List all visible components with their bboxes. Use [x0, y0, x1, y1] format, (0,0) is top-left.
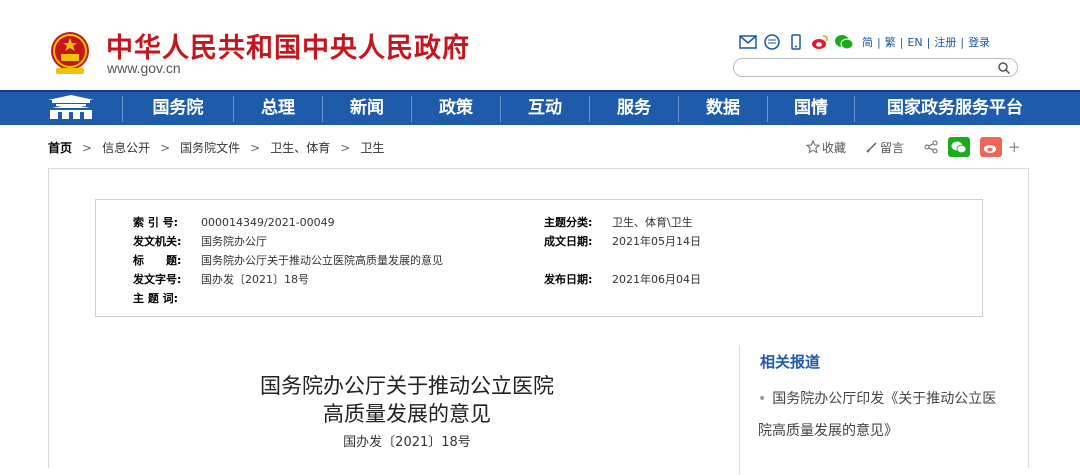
breadcrumb-separator: > — [340, 140, 351, 155]
document-title-line: 国务院办公厅关于推动公立医院 — [260, 374, 554, 398]
message-icon[interactable] — [762, 32, 782, 52]
meta-value: 国务院办公厅 — [201, 235, 267, 248]
nav-item-national-info[interactable]: 国情 — [768, 92, 854, 125]
related-reports: 相关报道 • 国务院办公厅印发《关于推动公立医院高质量发展的意见》 — [739, 345, 1019, 475]
nav-item-policy[interactable]: 政策 — [412, 92, 500, 125]
related-item[interactable]: • 国务院办公厅印发《关于推动公立医院高质量发展的意见》 — [758, 383, 998, 447]
meta-label: 主 题 词: — [133, 292, 179, 305]
comment-link[interactable]: 留言 — [880, 139, 904, 156]
nav-item-premier[interactable]: 总理 — [234, 92, 322, 125]
link-simplified[interactable]: 简 — [862, 34, 873, 50]
content-panel: 索 引 号: 000014349/2021-00049 主题分类: 卫生、体育\卫生… — [48, 168, 1029, 475]
star-icon[interactable] — [806, 140, 820, 154]
meta-label: 主题分类: — [544, 216, 593, 229]
breadcrumb-home[interactable]: 首页 — [48, 139, 72, 156]
meta-label: 发文字号: — [133, 273, 182, 286]
meta-date-made: 成文日期: 2021年05月14日 — [544, 233, 701, 249]
nav-item-gov-service-platform[interactable]: 国家政务服务平台 — [855, 92, 1055, 125]
nav-item-interaction[interactable]: 互动 — [501, 92, 589, 125]
nav-item-data[interactable]: 数据 — [679, 92, 767, 125]
document-number: 国办发〔2021〕18号 — [343, 435, 471, 450]
mail-icon[interactable] — [738, 32, 758, 52]
related-heading: 相关报道 — [760, 353, 821, 371]
meta-value: 国务院办公厅关于推动公立医院高质量发展的意见 — [201, 254, 443, 267]
search-box — [733, 58, 1018, 77]
meta-category: 主题分类: 卫生、体育\卫生 — [544, 214, 693, 230]
meta-value: 2021年06月04日 — [612, 273, 701, 286]
meta-keywords: 主 题 词: — [133, 290, 201, 306]
share-icon[interactable] — [924, 140, 938, 154]
link-english[interactable]: EN — [907, 36, 922, 49]
header-tools: 简 | 繁 | EN | 注册 | 登录 — [738, 32, 990, 52]
nav-item-state-council[interactable]: 国务院 — [123, 92, 233, 125]
weibo-share-icon[interactable] — [980, 137, 1003, 157]
meta-value: 卫生、体育\卫生 — [612, 216, 693, 229]
meta-value: 2021年05月14日 — [612, 235, 701, 248]
separator: | — [926, 35, 931, 49]
meta-value: 000014349/2021-00049 — [201, 216, 335, 229]
related-item-link[interactable]: 国务院办公厅印发《关于推动公立医院高质量发展的意见》 — [758, 391, 996, 439]
breadcrumb: 首页 > 信息公开 > 国务院文件 > 卫生、体育 > 卫生 — [48, 139, 384, 156]
link-login[interactable]: 登录 — [968, 34, 990, 50]
breadcrumb-health[interactable]: 卫生 — [360, 139, 384, 156]
main-nav: 国务院 总理 新闻 政策 互动 服务 数据 国情 国家政务服务平台 — [0, 90, 1080, 125]
meta-label: 索 引 号: — [133, 216, 179, 229]
document-title-line: 高质量发展的意见 — [323, 402, 491, 426]
favorite-link[interactable]: 收藏 — [822, 139, 846, 156]
mobile-icon[interactable] — [786, 32, 806, 52]
breadcrumb-separator: > — [160, 140, 171, 155]
nav-item-service[interactable]: 服务 — [590, 92, 678, 125]
weibo-icon[interactable] — [810, 32, 830, 52]
site-url[interactable]: www.gov.cn — [107, 60, 181, 76]
breadcrumb-health-sports[interactable]: 卫生、体育 — [270, 139, 330, 156]
meta-value: 国办发〔2021〕18号 — [201, 273, 309, 286]
separator: | — [899, 35, 904, 49]
tiananmen-logo-icon[interactable] — [46, 94, 96, 124]
link-register[interactable]: 注册 — [934, 34, 956, 50]
breadcrumb-info-disclosure[interactable]: 信息公开 — [102, 139, 150, 156]
meta-label: 发文机关: — [133, 235, 182, 248]
national-emblem-icon[interactable] — [48, 30, 92, 76]
meta-label: 标 题: — [133, 254, 182, 267]
separator: | — [960, 35, 965, 49]
search-input[interactable] — [744, 60, 984, 75]
breadcrumb-separator: > — [82, 140, 93, 155]
site-header: 中华人民共和国中央人民政府 www.gov.cn 简 | 繁 | EN | 注册… — [0, 0, 1080, 90]
meta-label: 发布日期: — [544, 273, 593, 286]
meta-index: 索 引 号: 000014349/2021-00049 — [133, 214, 335, 230]
document-metadata: 索 引 号: 000014349/2021-00049 主题分类: 卫生、体育\卫生… — [95, 199, 983, 317]
separator: | — [877, 35, 881, 49]
link-traditional[interactable]: 繁 — [885, 34, 896, 50]
bullet-icon: • — [758, 391, 767, 407]
nav-item-news[interactable]: 新闻 — [323, 92, 411, 125]
meta-doc-number: 发文字号: 国办发〔2021〕18号 — [133, 271, 309, 287]
document-title: 国务院办公厅关于推动公立医院 高质量发展的意见 — [227, 372, 587, 428]
meta-issuer: 发文机关: 国务院办公厅 — [133, 233, 267, 249]
share-bar: 收藏 留言 + — [806, 137, 1021, 157]
search-icon[interactable] — [997, 61, 1011, 75]
meta-title: 标 题: 国务院办公厅关于推动公立医院高质量发展的意见 — [133, 252, 443, 268]
breadcrumb-separator: > — [250, 140, 261, 155]
meta-publish-date: 发布日期: 2021年06月04日 — [544, 271, 701, 287]
more-share-button[interactable]: + — [1008, 138, 1021, 156]
wechat-share-icon[interactable] — [948, 137, 971, 157]
wechat-icon[interactable] — [834, 32, 854, 52]
breadcrumb-state-council-docs[interactable]: 国务院文件 — [180, 139, 240, 156]
pen-icon[interactable] — [866, 141, 878, 153]
meta-label: 成文日期: — [544, 235, 593, 248]
